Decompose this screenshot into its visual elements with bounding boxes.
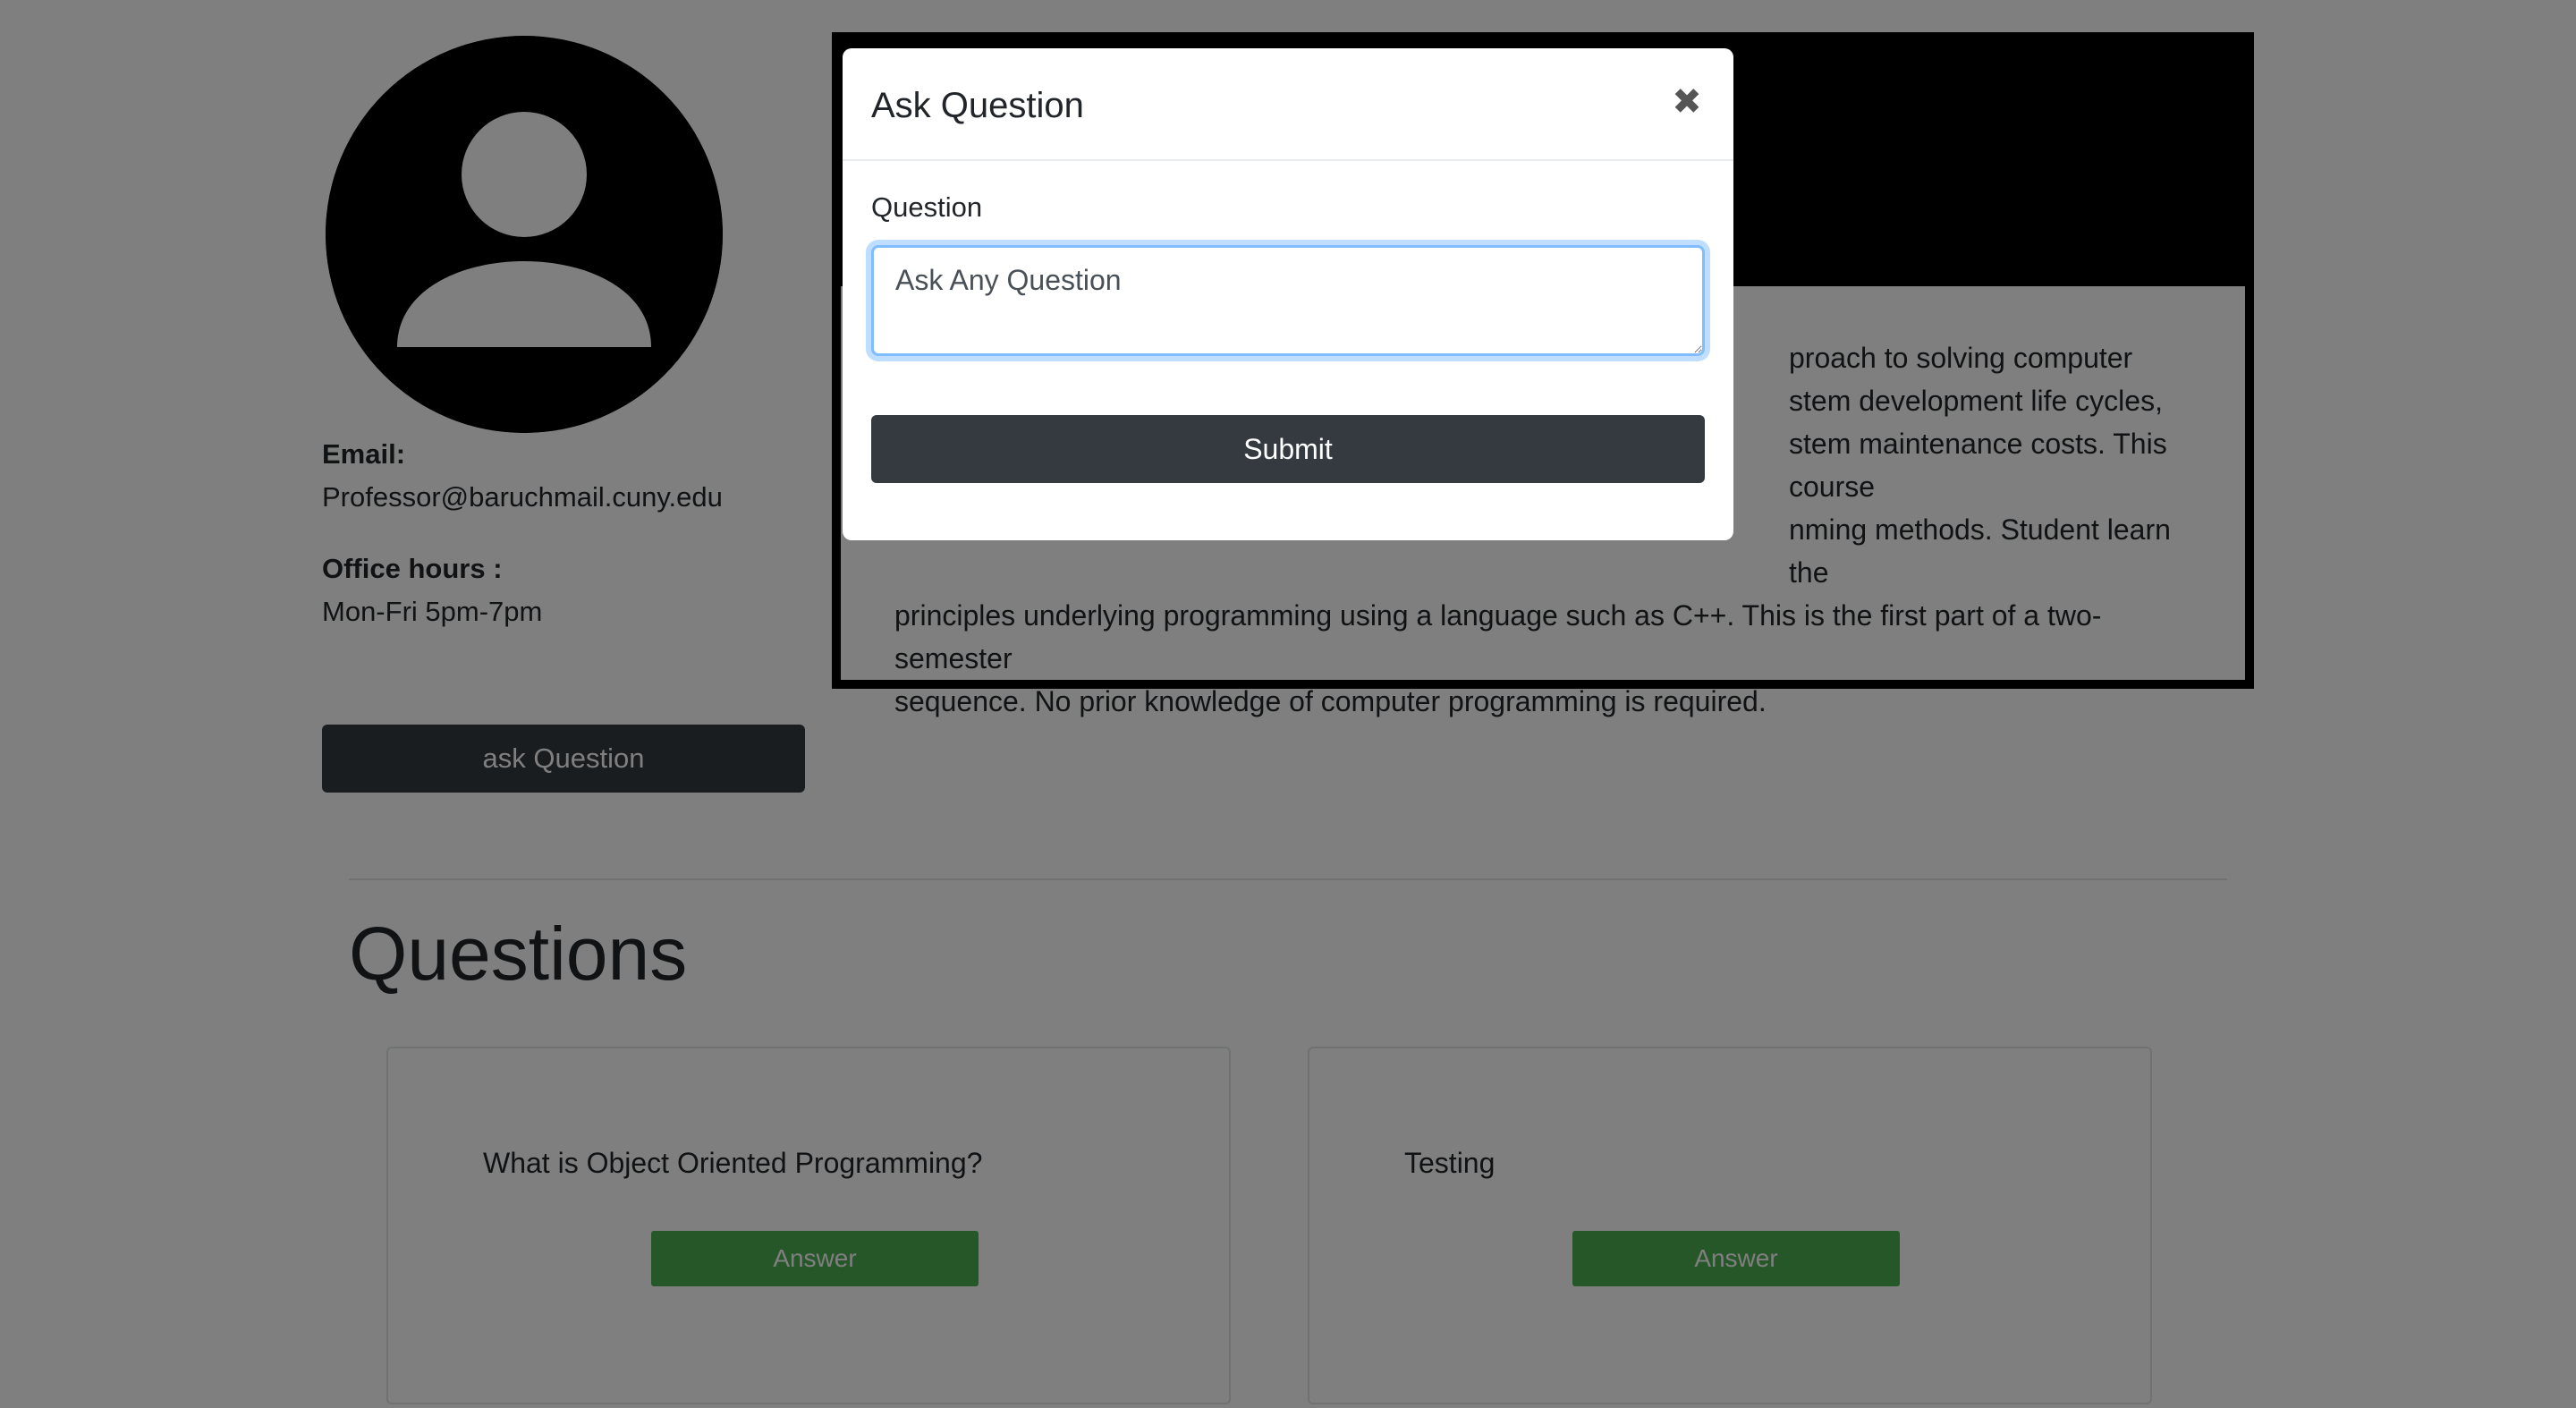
ask-question-modal: Ask Question ✖ Question Submit	[843, 48, 1733, 540]
modal-header: Ask Question ✖	[843, 48, 1733, 161]
close-icon[interactable]: ✖	[1665, 81, 1708, 123]
modal-title: Ask Question	[871, 86, 1084, 125]
question-field-label: Question	[871, 191, 983, 223]
question-input[interactable]	[871, 245, 1705, 356]
submit-button[interactable]: Submit	[871, 415, 1705, 483]
page: Email: Professor@baruchmail.cuny.edu Off…	[0, 0, 2576, 1408]
